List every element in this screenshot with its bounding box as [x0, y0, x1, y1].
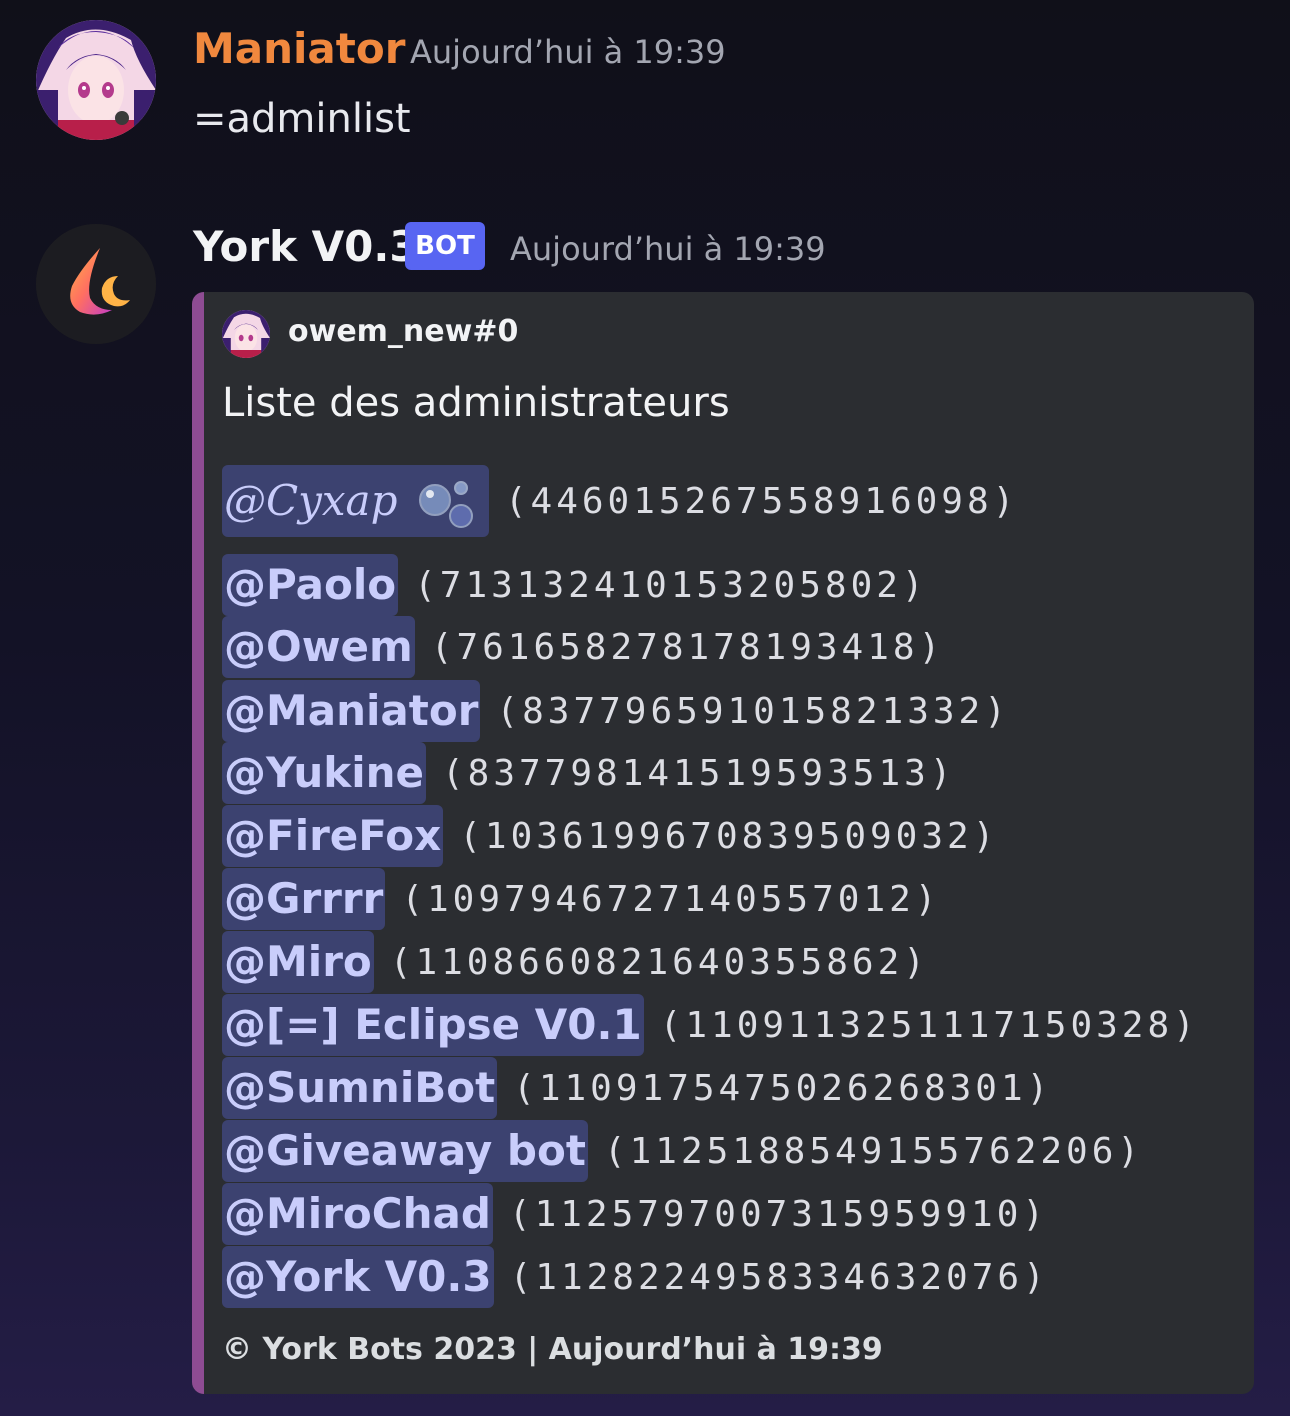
- bot-username[interactable]: York V0.3: [193, 222, 419, 271]
- embed-accent-bar: [192, 292, 204, 1394]
- user-id: (1097946727140557012): [401, 878, 941, 920]
- admin-row: @[=] Eclipse V0.1 (1109113251117150328): [222, 994, 1199, 1056]
- admin-row: @Cyxap (446015267558916098): [222, 464, 1018, 538]
- bubbles-emoji-icon: [418, 481, 473, 528]
- admin-row: @Paolo (713132410153205802): [222, 554, 928, 616]
- user-id: (1125797007315959910): [508, 1193, 1049, 1235]
- embed-title: Liste des administrateurs: [222, 380, 730, 426]
- username[interactable]: Maniator: [193, 24, 405, 73]
- user-id: (713132410153205802): [414, 564, 928, 606]
- user-mention[interactable]: @Miro: [222, 931, 374, 993]
- user-id: (1108660821640355862): [389, 941, 929, 983]
- message-timestamp[interactable]: Aujourd’hui à 19:39: [410, 33, 726, 71]
- anime-girl-avatar-icon: [222, 310, 270, 358]
- user-avatar[interactable]: [36, 20, 156, 140]
- user-mention[interactable]: @FireFox: [222, 805, 444, 867]
- message-maniator: Maniator Aujourd’hui à 19:39 =adminlist: [0, 0, 1290, 170]
- user-mention[interactable]: @Maniator: [222, 680, 481, 742]
- user-id: (761658278178193418): [430, 626, 945, 668]
- flame-moon-logo-icon: [36, 224, 156, 344]
- admin-row: @Owem (761658278178193418): [222, 616, 944, 678]
- message-content: =adminlist: [193, 96, 411, 142]
- admin-row: @Grrrr (1097946727140557012): [222, 868, 940, 930]
- user-mention[interactable]: @Paolo: [222, 554, 399, 616]
- user-id: (837798141519593513): [441, 752, 956, 794]
- user-id: (837796591015821332): [496, 690, 1010, 732]
- user-mention[interactable]: @SumniBot: [222, 1057, 498, 1119]
- user-id: (1036199670839509032): [459, 815, 999, 857]
- admin-row: @Giveaway bot (1125188549155762206): [222, 1120, 1143, 1182]
- user-mention[interactable]: @Owem: [222, 616, 415, 678]
- anime-girl-avatar-icon: [36, 20, 156, 140]
- embed-author-avatar[interactable]: [222, 310, 270, 358]
- user-id: (1128224958334632076): [509, 1256, 1049, 1298]
- user-mention[interactable]: @Grrrr: [222, 868, 386, 930]
- user-mention[interactable]: @Yukine: [222, 742, 426, 804]
- embed-footer: © York Bots 2023 | Aujourd’hui à 19:39: [222, 1332, 883, 1367]
- user-mention[interactable]: @MiroChad: [222, 1183, 493, 1245]
- bot-avatar[interactable]: [36, 224, 156, 344]
- user-id: (1109113251117150328): [659, 1004, 1199, 1046]
- admin-row: @Maniator (837796591015821332): [222, 680, 1010, 742]
- embed-author-name[interactable]: owem_new#0: [288, 314, 518, 349]
- admin-row: @SumniBot (1109175475026268301): [222, 1057, 1052, 1119]
- admin-row: @MiroChad (1125797007315959910): [222, 1183, 1048, 1245]
- admin-row: @Miro (1108660821640355862): [222, 931, 929, 993]
- message-timestamp[interactable]: Aujourd’hui à 19:39: [510, 230, 826, 268]
- embed: owem_new#0 Liste des administrateurs @Cy…: [192, 292, 1254, 1394]
- admin-row: @Yukine (837798141519593513): [222, 742, 955, 804]
- user-id: (1125188549155762206): [603, 1130, 1144, 1172]
- user-mention[interactable]: @[=] Eclipse V0.1: [222, 994, 644, 1056]
- admin-row: @FireFox (1036199670839509032): [222, 805, 998, 867]
- user-id: (1109175475026268301): [513, 1067, 1053, 1109]
- bot-tag: BOT: [405, 222, 485, 270]
- admin-row: @York V0.3 (1128224958334632076): [222, 1246, 1049, 1308]
- user-mention[interactable]: @Cyxap: [222, 465, 489, 537]
- user-id: (446015267558916098): [504, 480, 1019, 522]
- user-mention[interactable]: @Giveaway bot: [222, 1120, 588, 1182]
- user-mention[interactable]: @York V0.3: [222, 1246, 494, 1308]
